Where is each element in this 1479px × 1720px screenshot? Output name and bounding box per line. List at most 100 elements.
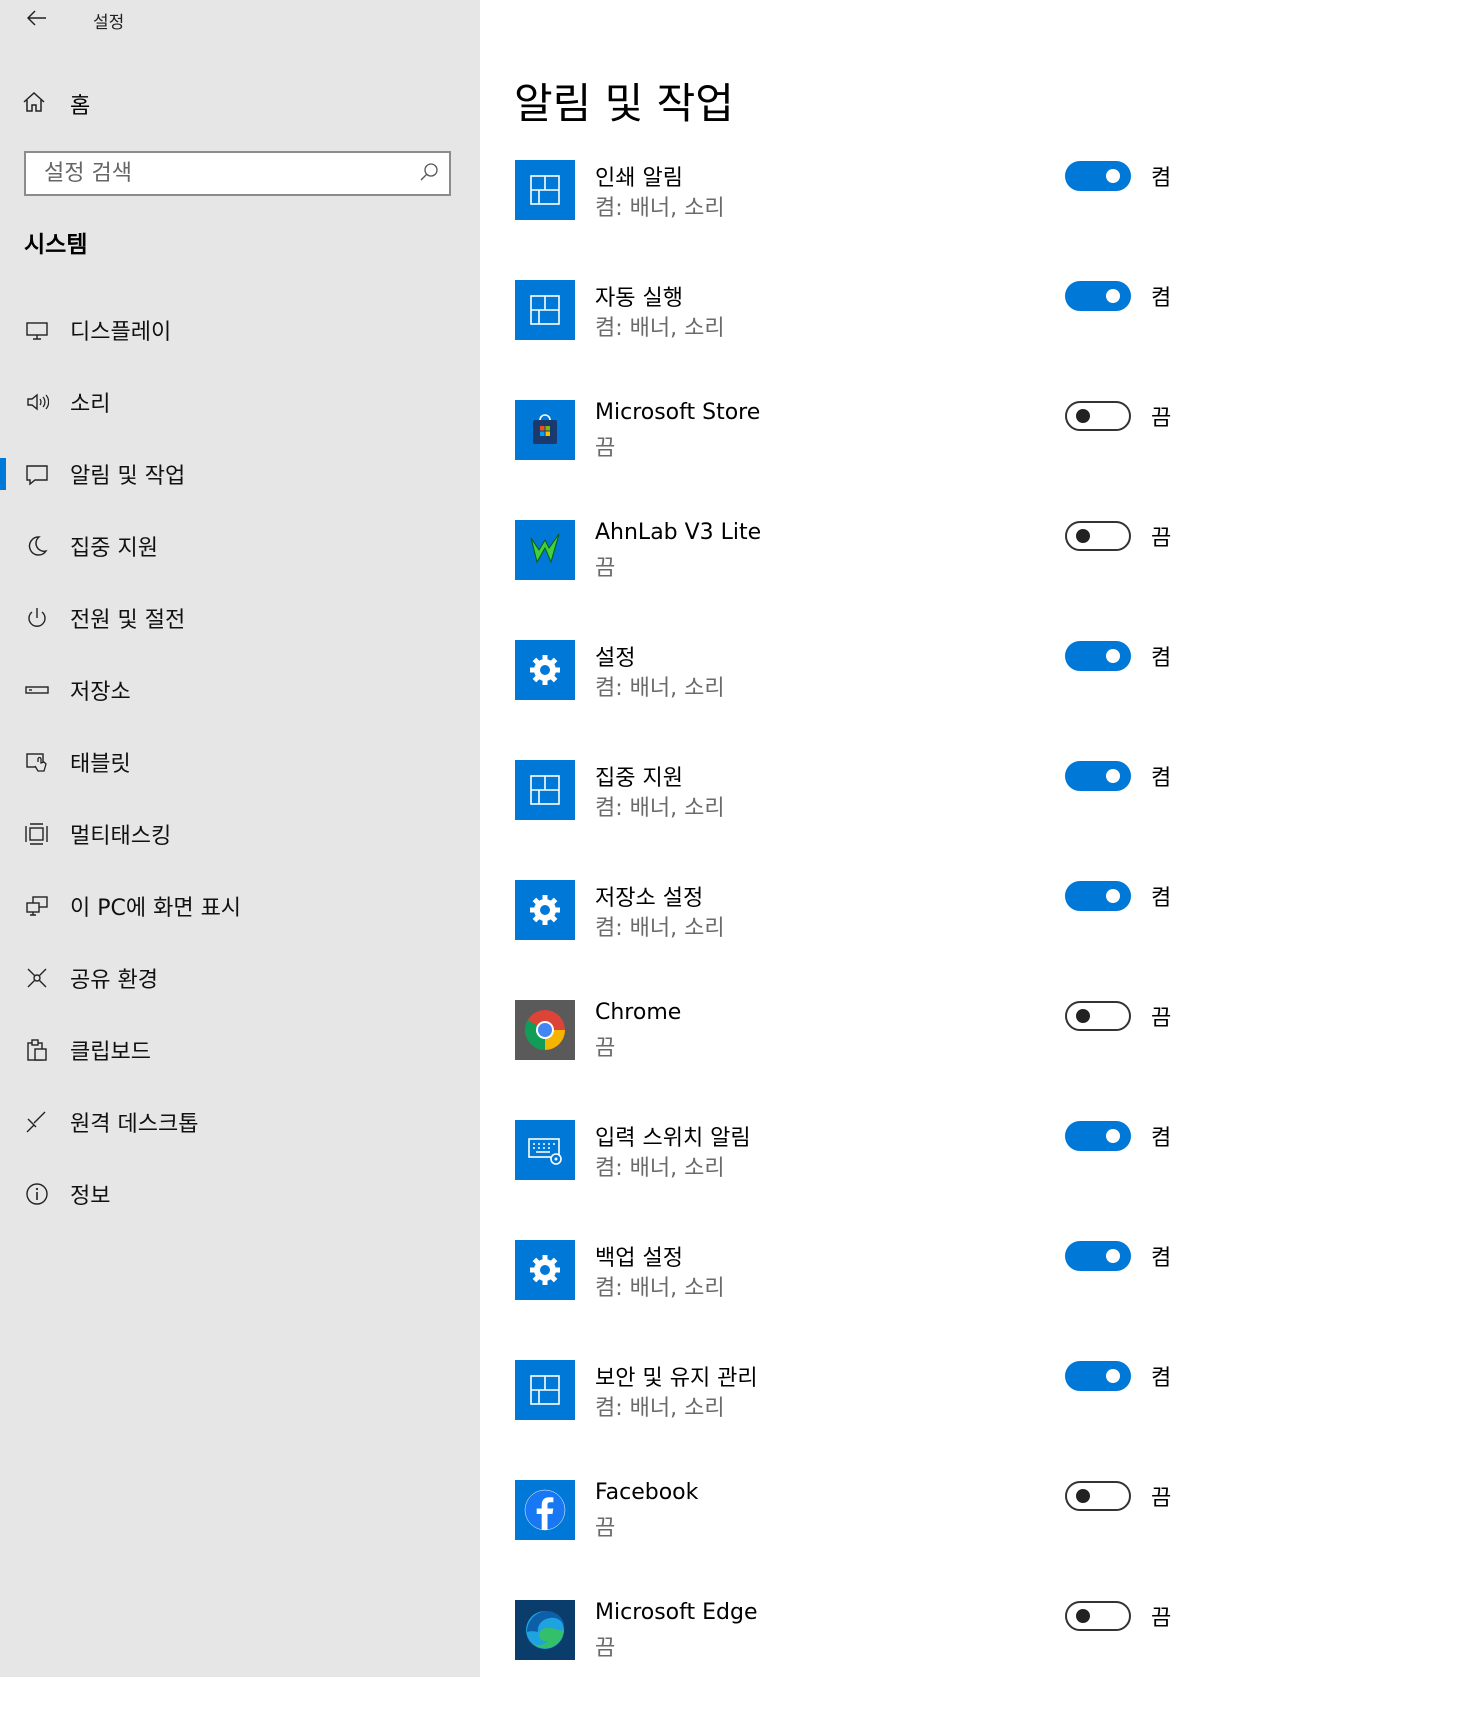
notification-toggle[interactable] [1065,281,1131,311]
notification-toggle[interactable] [1065,881,1131,911]
notification-toggle[interactable] [1065,1481,1131,1511]
app-name: 인쇄 알림 [595,166,683,191]
app-name: Microsoft Store [595,400,761,425]
app-status: 끔 [595,436,616,461]
app-row: 보안 및 유지 관리 켬: 배너, 소리 켬 [515,1360,1215,1480]
sidebar-nav: 디스플레이 소리 알림 및 작업 집중 지원 전원 및 절전 저장소 태블릿 멀… [0,294,480,1230]
sidebar-item-label: 전원 및 절전 [70,608,186,633]
toggle-knob [1076,1009,1090,1023]
toggle-label: 켬 [1151,1366,1172,1391]
app-row: 저장소 설정 켬: 배너, 소리 켬 [515,880,1215,1000]
notification-toggle[interactable] [1065,1361,1131,1391]
ahnlab-icon [515,520,575,580]
sidebar-item-label: 디스플레이 [70,320,172,345]
toggle-label: 끔 [1151,406,1172,431]
sidebar-item-about[interactable]: 정보 [0,1158,480,1230]
app-row: Microsoft Store 끔 끔 [515,400,1215,520]
toggle-label: 켬 [1151,886,1172,911]
sidebar-item-label: 집중 지원 [70,536,158,561]
app-title: 설정 [93,13,125,33]
app-row: Chrome 끔 끔 [515,1000,1215,1120]
edge-icon [515,1600,575,1660]
sidebar-item-notifications[interactable]: 알림 및 작업 [0,438,480,510]
app-name: Facebook [595,1480,699,1505]
sidebar-item-remote-desktop[interactable]: 원격 데스크톱 [0,1086,480,1158]
keyboard-icon [515,1120,575,1180]
project-icon [24,893,50,919]
app-status: 끔 [595,1036,616,1061]
windows-app-icon [515,1360,575,1420]
sidebar-item-power[interactable]: 전원 및 절전 [0,582,480,654]
sidebar-item-focus-assist[interactable]: 집중 지원 [0,510,480,582]
toggle-label: 켬 [1151,286,1172,311]
app-status: 끔 [595,1636,616,1661]
notification-toggle[interactable] [1065,1241,1131,1271]
toggle-label: 켬 [1151,766,1172,791]
app-name: Microsoft Edge [595,1600,758,1625]
sidebar-item-shared-experiences[interactable]: 공유 환경 [0,942,480,1014]
app-status: 켬: 배너, 소리 [595,196,725,221]
app-name: AhnLab V3 Lite [595,520,762,545]
app-name: 자동 실행 [595,286,683,311]
app-status: 켬: 배너, 소리 [595,1156,725,1181]
power-icon [24,605,50,631]
home-link[interactable]: 홈 [22,84,452,124]
app-name: 저장소 설정 [595,886,704,911]
message-icon [24,461,50,487]
toggle-knob [1106,889,1120,903]
store-icon [515,400,575,460]
tablet-icon [24,749,50,775]
notification-toggle[interactable] [1065,1121,1131,1151]
notification-toggle[interactable] [1065,641,1131,671]
toggle-label: 끔 [1151,526,1172,551]
sidebar-item-label: 소리 [70,392,111,417]
sidebar-item-clipboard[interactable]: 클립보드 [0,1014,480,1086]
app-status: 켬: 배너, 소리 [595,796,725,821]
search-icon[interactable] [419,162,439,186]
sidebar-item-project[interactable]: 이 PC에 화면 표시 [0,870,480,942]
share-icon [24,965,50,991]
settings-search-box[interactable] [24,151,451,196]
gear-icon [515,1240,575,1300]
windows-app-icon [515,160,575,220]
sidebar-item-display[interactable]: 디스플레이 [0,294,480,366]
sidebar-item-tablet[interactable]: 태블릿 [0,726,480,798]
sidebar-item-multitasking[interactable]: 멀티태스킹 [0,798,480,870]
app-name: 백업 설정 [595,1246,683,1271]
back-arrow-icon [26,10,47,30]
app-row: 인쇄 알림 켬: 배너, 소리 켬 [515,160,1215,280]
search-input[interactable] [42,160,419,187]
app-name: 보안 및 유지 관리 [595,1366,758,1391]
notification-toggle[interactable] [1065,401,1131,431]
app-status: 끔 [595,1516,616,1541]
sidebar-item-label: 멀티태스킹 [70,824,172,849]
notification-toggle[interactable] [1065,1001,1131,1031]
toggle-knob [1076,1489,1090,1503]
notification-toggle[interactable] [1065,161,1131,191]
sidebar-item-label: 이 PC에 화면 표시 [70,896,242,921]
section-title: 시스템 [24,232,88,258]
app-name: Chrome [595,1000,682,1025]
remote-desktop-icon [24,1109,50,1135]
notification-toggle[interactable] [1065,521,1131,551]
toggle-knob [1106,649,1120,663]
sidebar-item-label: 원격 데스크톱 [70,1112,199,1137]
moon-icon [24,533,50,559]
sidebar-item-sound[interactable]: 소리 [0,366,480,438]
app-name: 집중 지원 [595,766,683,791]
notification-toggle[interactable] [1065,1601,1131,1631]
app-row: Facebook 끔 끔 [515,1480,1215,1600]
notification-toggle[interactable] [1065,761,1131,791]
app-row: 입력 스위치 알림 켬: 배너, 소리 켬 [515,1120,1215,1240]
toggle-label: 켬 [1151,646,1172,671]
sidebar-item-label: 태블릿 [70,752,131,777]
sidebar-item-storage[interactable]: 저장소 [0,654,480,726]
multitasking-icon [24,821,50,847]
app-row: 백업 설정 켬: 배너, 소리 켬 [515,1240,1215,1360]
sidebar: 설정 홈 시스템 디스플레이 소리 알림 및 작업 집중 지원 [0,0,480,1677]
toggle-label: 켬 [1151,1246,1172,1271]
app-row: AhnLab V3 Lite 끔 끔 [515,520,1215,640]
title-bar: 설정 [0,0,480,40]
windows-app-icon [515,280,575,340]
back-button[interactable] [22,6,52,34]
